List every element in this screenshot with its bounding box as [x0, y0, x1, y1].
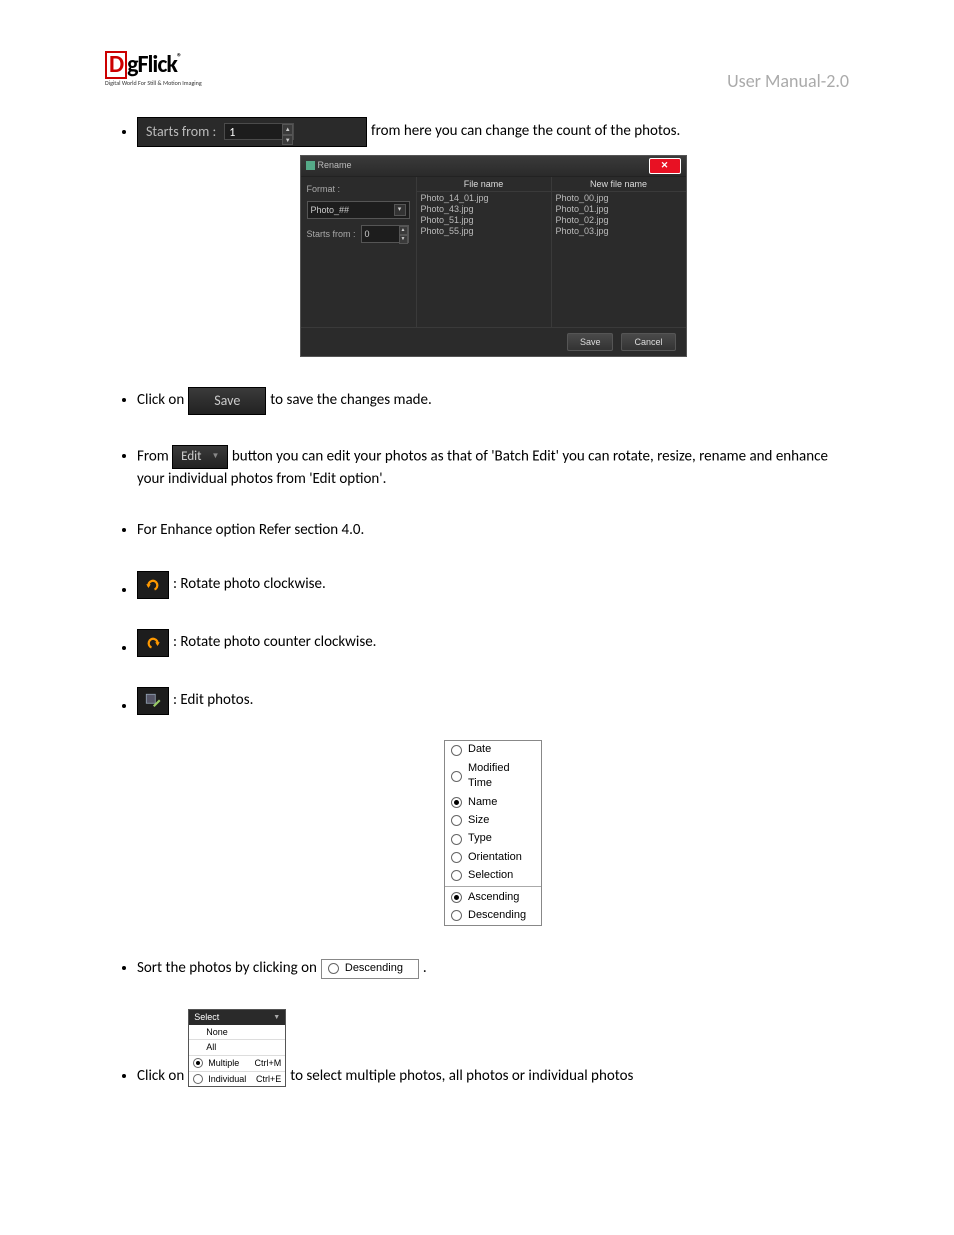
spinner-up-icon: ▲ — [399, 226, 408, 235]
close-button[interactable]: ✕ — [649, 158, 681, 174]
header-right-text: User Manual-2.0 — [727, 70, 849, 92]
edit-dropdown[interactable]: Edit ▼ — [172, 445, 228, 469]
sort-option[interactable]: Selection — [445, 867, 541, 885]
bullet-select: Click on Select ▼ NoneAllMultipleCtrl+MI… — [137, 1009, 849, 1087]
newfilename-column: New file name Photo_00.jpg Photo_01.jpg … — [551, 177, 686, 327]
logo-rest: gFlick — [127, 50, 177, 79]
dropdown-arrow-icon: ▼ — [273, 1013, 280, 1023]
dropdown-arrow-icon: ▼ — [212, 451, 220, 462]
select-header-label: Select — [194, 1011, 219, 1024]
table-row: Photo_01.jpg — [556, 204, 682, 215]
select-menu[interactable]: Select ▼ None All Multiple Ctrl+MIndividual… — [188, 1009, 286, 1087]
bullet-sort: Sort the photos by clicking on Descendin… — [137, 958, 849, 979]
radio-icon — [451, 834, 462, 845]
starts-from-label: Starts from : — [146, 122, 216, 142]
spinner-down-icon: ▼ — [399, 235, 408, 244]
bullet-rotate-cw: : Rotate photo clockwise. — [137, 571, 849, 599]
sort-order-option[interactable]: Descending — [445, 906, 541, 924]
radio-icon — [451, 852, 462, 863]
sort-option-label: Selection — [468, 868, 513, 883]
dialog-title: Rename — [318, 159, 352, 172]
column-header: New file name — [552, 177, 686, 193]
starts-from-input-2[interactable]: 0 ▲ ▼ — [361, 225, 409, 243]
sort-menu-preview: Date Modified Time Name Size Type Orientation… — [444, 740, 542, 926]
table-row: Photo_03.jpg — [556, 226, 682, 237]
sort-order-label: Descending — [468, 908, 526, 923]
sort-menu-inline[interactable]: Descending — [321, 959, 419, 979]
page-header: DgFlick® Digital World For Still & Motio… — [105, 50, 849, 92]
sort-option[interactable]: Name — [445, 793, 541, 811]
rotate-clockwise-icon[interactable] — [137, 571, 169, 599]
table-row: Photo_02.jpg — [556, 215, 682, 226]
save-button[interactable]: Save — [567, 333, 614, 352]
select-option[interactable]: None — [189, 1025, 285, 1040]
select-option[interactable]: Multiple Ctrl+M — [189, 1055, 285, 1071]
filename-column: File name Photo_14_01.jpg Photo_43.jpg P… — [416, 177, 551, 327]
column-header: File name — [417, 177, 551, 193]
spinner-up-icon: ▲ — [282, 124, 293, 134]
select-option-label: Individual — [208, 1073, 251, 1086]
sort-option[interactable]: Date — [445, 741, 541, 759]
format-label: Format : — [307, 183, 410, 196]
radio-icon — [451, 870, 462, 881]
select-option[interactable]: All — [189, 1039, 285, 1055]
radio-icon — [451, 892, 462, 903]
bullet-startsfrom: Starts from : 1 ▲▼ from here you can cha… — [137, 117, 849, 357]
bullet-edit: From Edit ▼ button you can edit your pho… — [137, 445, 849, 490]
bullet-edit-photos: : Edit photos. DateModified TimeNameSize… — [137, 687, 849, 928]
sort-option-label: Date — [468, 742, 491, 757]
table-row: Photo_51.jpg — [421, 215, 547, 226]
radio-icon — [193, 1058, 203, 1068]
sort-option-label: Modified Time — [468, 761, 535, 792]
table-row: Photo_14_01.jpg — [421, 193, 547, 204]
table-row: Photo_55.jpg — [421, 226, 547, 237]
table-row: Photo_00.jpg — [556, 193, 682, 204]
radio-icon — [451, 910, 462, 921]
dialog-titlebar: Rename ✕ — [301, 156, 686, 177]
select-option-label: All — [206, 1041, 281, 1054]
sort-option-label: Type — [468, 831, 492, 846]
sort-option[interactable]: Type — [445, 830, 541, 848]
bullet-rotate-ccw: : Rotate photo counter clockwise. — [137, 629, 849, 657]
sort-option[interactable]: Orientation — [445, 848, 541, 866]
radio-icon — [451, 815, 462, 826]
shortcut-text: Ctrl+M — [254, 1057, 281, 1070]
bullet-enhance: For Enhance option Refer section 4.0. — [137, 520, 849, 541]
select-option[interactable]: Individual Ctrl+E — [189, 1071, 285, 1087]
sort-option-label: Size — [468, 813, 489, 828]
spinner-down-icon: ▼ — [282, 135, 293, 145]
rename-dialog: Rename ✕ Format : Photo_## ▾ Starts from… — [300, 155, 687, 358]
sort-option-label: Name — [468, 795, 497, 810]
radio-icon — [193, 1074, 203, 1084]
rotate-counterclockwise-icon[interactable] — [137, 629, 169, 657]
sort-option-label: Orientation — [468, 850, 522, 865]
sort-order-label: Ascending — [468, 890, 519, 905]
radio-icon — [451, 797, 462, 808]
bullet-text: from here you can change the count of th… — [371, 121, 680, 142]
shortcut-text: Ctrl+E — [256, 1073, 281, 1086]
table-row: Photo_43.jpg — [421, 204, 547, 215]
select-option-label: None — [206, 1026, 281, 1039]
logo-subtitle: Digital World For Still & Motion Imaging — [105, 79, 202, 87]
starts-from-input[interactable]: 1 ▲▼ — [224, 123, 294, 140]
select-option-label: Multiple — [208, 1057, 249, 1070]
bullet-clicksave: Click on Save to save the changes made. — [137, 387, 849, 415]
logo-registered: ® — [177, 50, 181, 63]
sort-option[interactable]: Modified Time — [445, 759, 541, 793]
starts-from-label-2: Starts from : — [307, 228, 356, 241]
dropdown-arrow-icon[interactable]: ▾ — [394, 204, 406, 216]
spinner[interactable]: ▲▼ — [282, 124, 293, 139]
sort-order-option[interactable]: Ascending — [445, 888, 541, 906]
dialog-icon — [306, 161, 315, 170]
logo-letter-d: D — [105, 51, 127, 79]
sort-option[interactable]: Size — [445, 812, 541, 830]
radio-icon — [451, 771, 462, 782]
edit-photos-icon[interactable] — [137, 687, 169, 715]
starts-from-field[interactable]: Starts from : 1 ▲▼ — [137, 117, 367, 147]
logo: DgFlick® Digital World For Still & Motio… — [105, 50, 202, 87]
cancel-button[interactable]: Cancel — [621, 333, 675, 352]
radio-icon — [451, 745, 462, 756]
save-button-ref[interactable]: Save — [188, 387, 266, 415]
format-input[interactable]: Photo_## ▾ — [307, 201, 410, 219]
